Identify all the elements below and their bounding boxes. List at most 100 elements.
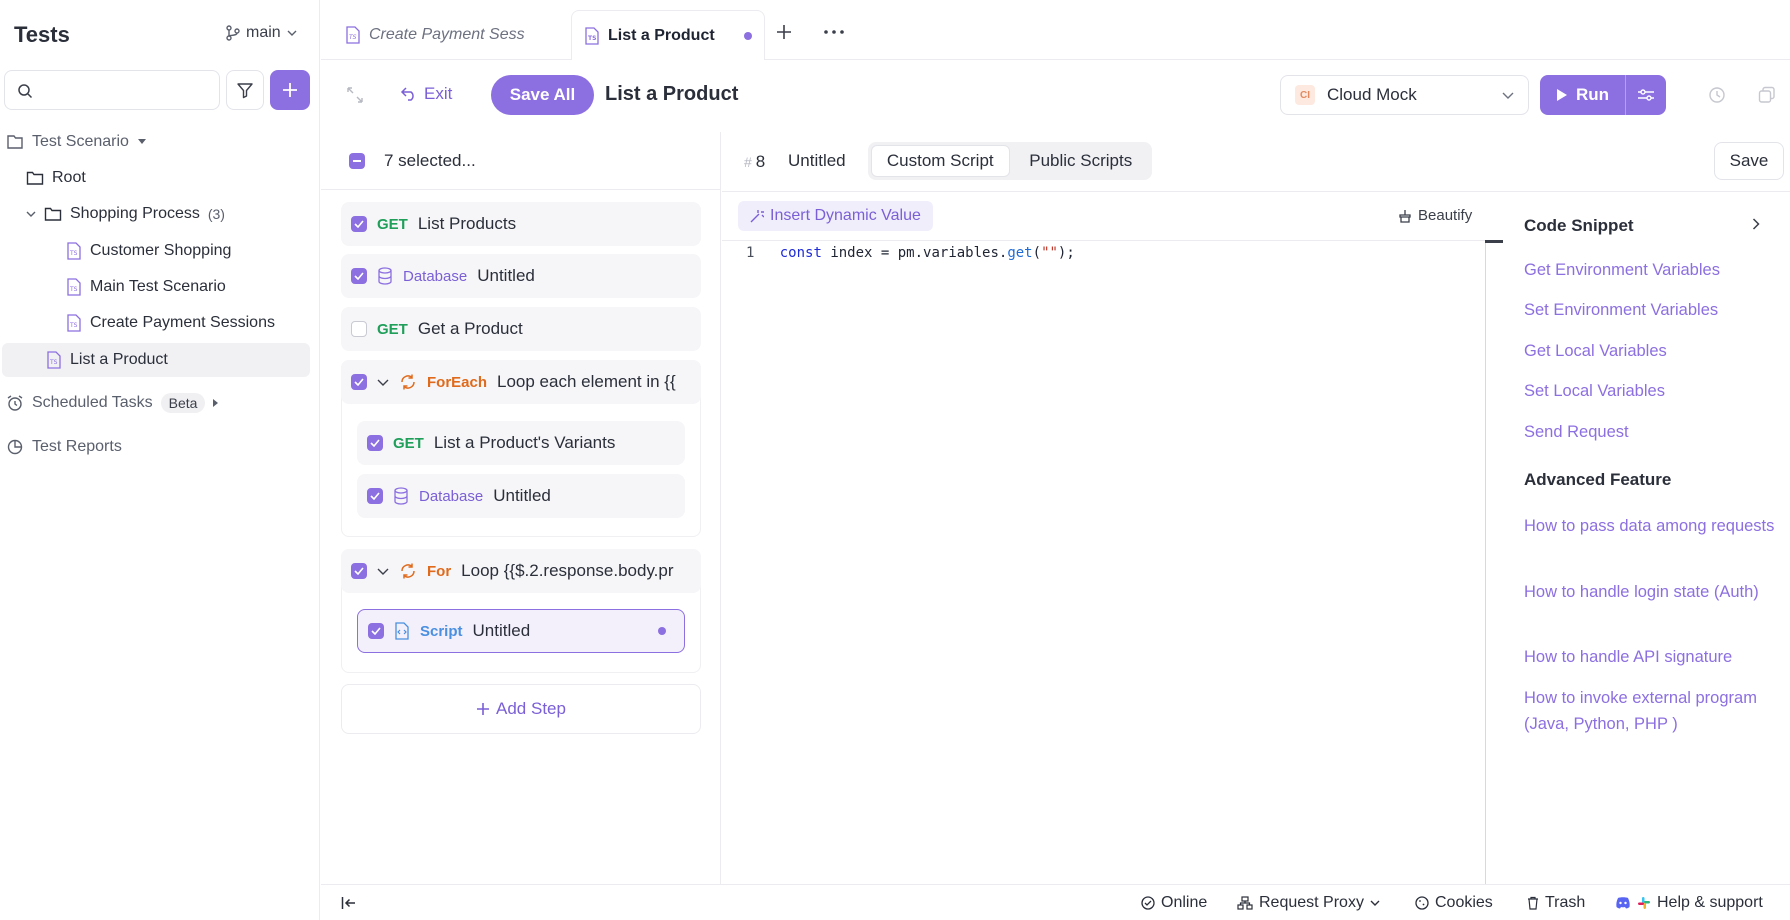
add-button[interactable]	[270, 70, 310, 110]
step-name: Loop {{$.2.response.body.pr	[461, 561, 674, 580]
tab-label: List a Product	[608, 26, 715, 44]
sidebar-search-input[interactable]	[4, 70, 220, 110]
magic-wand-icon	[750, 209, 764, 223]
step-checkbox[interactable]	[351, 374, 367, 390]
chevron-down-icon[interactable]	[377, 568, 389, 575]
help-support-button[interactable]: Help & support	[1615, 894, 1763, 912]
step-checkbox[interactable]	[368, 623, 384, 639]
advanced-header: Advanced Feature	[1524, 470, 1672, 489]
step-checkbox[interactable]	[351, 268, 367, 284]
filter-button[interactable]	[226, 70, 264, 110]
snippet-set-local[interactable]: Set Local Variables	[1524, 378, 1784, 404]
step-database-2[interactable]: Database Untitled	[357, 474, 685, 518]
help-label: Help & support	[1657, 894, 1763, 911]
step-list-products[interactable]: GET List Products	[341, 202, 701, 246]
cookies-button[interactable]: Cookies	[1415, 894, 1493, 912]
tree-item-customer-shopping[interactable]: TS Customer Shopping	[66, 234, 231, 268]
exit-button[interactable]: Exit	[400, 84, 452, 104]
step-for-loop[interactable]: For Loop {{$.2.response.body.pr	[341, 549, 701, 593]
tab-public-scripts[interactable]: Public Scripts	[1013, 145, 1150, 177]
tree-item-list-a-product[interactable]: TS List a Product	[2, 343, 310, 377]
step-checkbox[interactable]	[351, 321, 367, 337]
step-foreach-loop[interactable]: ForEach Loop each element in {{	[341, 360, 701, 404]
add-step-button[interactable]: Add Step	[341, 684, 701, 734]
tree-scheduled-tasks[interactable]: Scheduled Tasks Beta	[6, 386, 219, 420]
step-script-active[interactable]: Script Untitled	[357, 609, 685, 653]
trash-button[interactable]: Trash	[1527, 894, 1585, 912]
branch-icon	[226, 25, 240, 41]
step-method: ForEach	[427, 373, 488, 391]
tree-item-main-test-scenario[interactable]: TS Main Test Scenario	[66, 270, 226, 304]
more-tabs-button[interactable]	[824, 30, 844, 34]
tab-list-a-product[interactable]: TS List a Product	[571, 10, 765, 60]
steps-panel: 7 selected... GET List Products Database…	[321, 132, 721, 884]
environment-select[interactable]: CI Cloud Mock	[1280, 75, 1529, 115]
minus-icon	[353, 160, 361, 162]
chevron-down-icon[interactable]	[377, 379, 389, 386]
tree-label: Root	[52, 169, 86, 186]
check-circle-icon	[1141, 896, 1155, 910]
step-name: Loop each element in {{	[497, 372, 676, 391]
trash-icon	[1527, 896, 1539, 910]
step-method: GET	[377, 320, 408, 338]
snippet-get-env[interactable]: Get Environment Variables	[1524, 257, 1784, 283]
select-all-checkbox[interactable]	[349, 153, 365, 169]
plus-icon	[282, 82, 298, 98]
svg-text:TS: TS	[49, 359, 58, 366]
step-name-field[interactable]: Untitled	[788, 151, 846, 171]
collapse-snippets-button[interactable]	[1752, 218, 1760, 230]
chevron-down-icon	[1370, 900, 1380, 906]
loop-icon	[399, 562, 417, 580]
run-settings-button[interactable]	[1626, 88, 1666, 102]
tab-custom-script[interactable]: Custom Script	[871, 145, 1010, 177]
advanced-api-signature[interactable]: How to handle API signature	[1524, 644, 1784, 670]
folder-icon	[26, 170, 44, 186]
advanced-login-state[interactable]: How to handle login state (Auth)	[1524, 579, 1784, 605]
copy-button[interactable]	[1758, 86, 1776, 104]
advanced-external-program[interactable]: How to invoke external program (Java, Py…	[1524, 685, 1784, 737]
branch-selector[interactable]: main	[226, 24, 297, 42]
tree-test-reports[interactable]: Test Reports	[6, 430, 122, 464]
loop-icon	[399, 373, 417, 391]
history-button[interactable]	[1708, 86, 1726, 104]
tree-test-scenario[interactable]: Test Scenario	[6, 125, 147, 159]
code-editor[interactable]: 1 const index = pm.variables.get("");	[722, 240, 1486, 884]
code-snippet-panel: Code Snippet Get Environment Variables S…	[1502, 192, 1790, 884]
add-step-label: Add Step	[496, 699, 566, 718]
insert-dynamic-value-button[interactable]: Insert Dynamic Value	[738, 201, 933, 231]
step-checkbox[interactable]	[367, 488, 383, 504]
collapse-sidebar-button[interactable]	[341, 896, 357, 910]
save-all-button[interactable]: Save All	[491, 75, 594, 115]
tree-root-folder[interactable]: Root	[26, 161, 86, 195]
snippet-set-env[interactable]: Set Environment Variables	[1524, 297, 1784, 323]
caret-right-icon	[213, 398, 219, 408]
test-file-icon: TS	[66, 314, 82, 332]
run-button[interactable]: Run	[1540, 75, 1627, 115]
tab-create-payment-sessions[interactable]: TS Create Payment Sess	[345, 10, 531, 60]
advanced-pass-data[interactable]: How to pass data among requests	[1524, 513, 1784, 539]
new-tab-button[interactable]	[776, 24, 792, 40]
request-proxy-menu[interactable]: Request Proxy	[1237, 894, 1380, 912]
more-icon	[824, 30, 844, 34]
code-keyword: const	[779, 245, 822, 261]
step-list-variants[interactable]: GET List a Product's Variants	[357, 421, 685, 465]
panel-resize-handle[interactable]	[1485, 240, 1503, 243]
step-checkbox[interactable]	[367, 435, 383, 451]
snippet-get-local[interactable]: Get Local Variables	[1524, 338, 1784, 364]
snippet-send-request[interactable]: Send Request	[1524, 419, 1784, 445]
code-function: get	[1007, 245, 1033, 261]
tree-shopping-folder[interactable]: Shopping Process (3)	[26, 197, 225, 231]
svg-text:TS: TS	[588, 35, 596, 42]
tree-item-create-payment-sessions[interactable]: TS Create Payment Sessions	[66, 306, 275, 340]
svg-text:TS: TS	[69, 322, 78, 329]
online-status[interactable]: Online	[1141, 894, 1207, 912]
step-checkbox[interactable]	[351, 563, 367, 579]
step-checkbox[interactable]	[351, 216, 367, 232]
beautify-button[interactable]: Beautify	[1398, 207, 1472, 224]
step-database-1[interactable]: Database Untitled	[341, 254, 701, 298]
save-button[interactable]: Save	[1714, 142, 1784, 180]
step-method: Script	[420, 622, 463, 640]
step-get-a-product[interactable]: GET Get a Product	[341, 307, 701, 351]
collapse-button[interactable]	[346, 86, 364, 104]
unsaved-dot	[658, 627, 666, 635]
